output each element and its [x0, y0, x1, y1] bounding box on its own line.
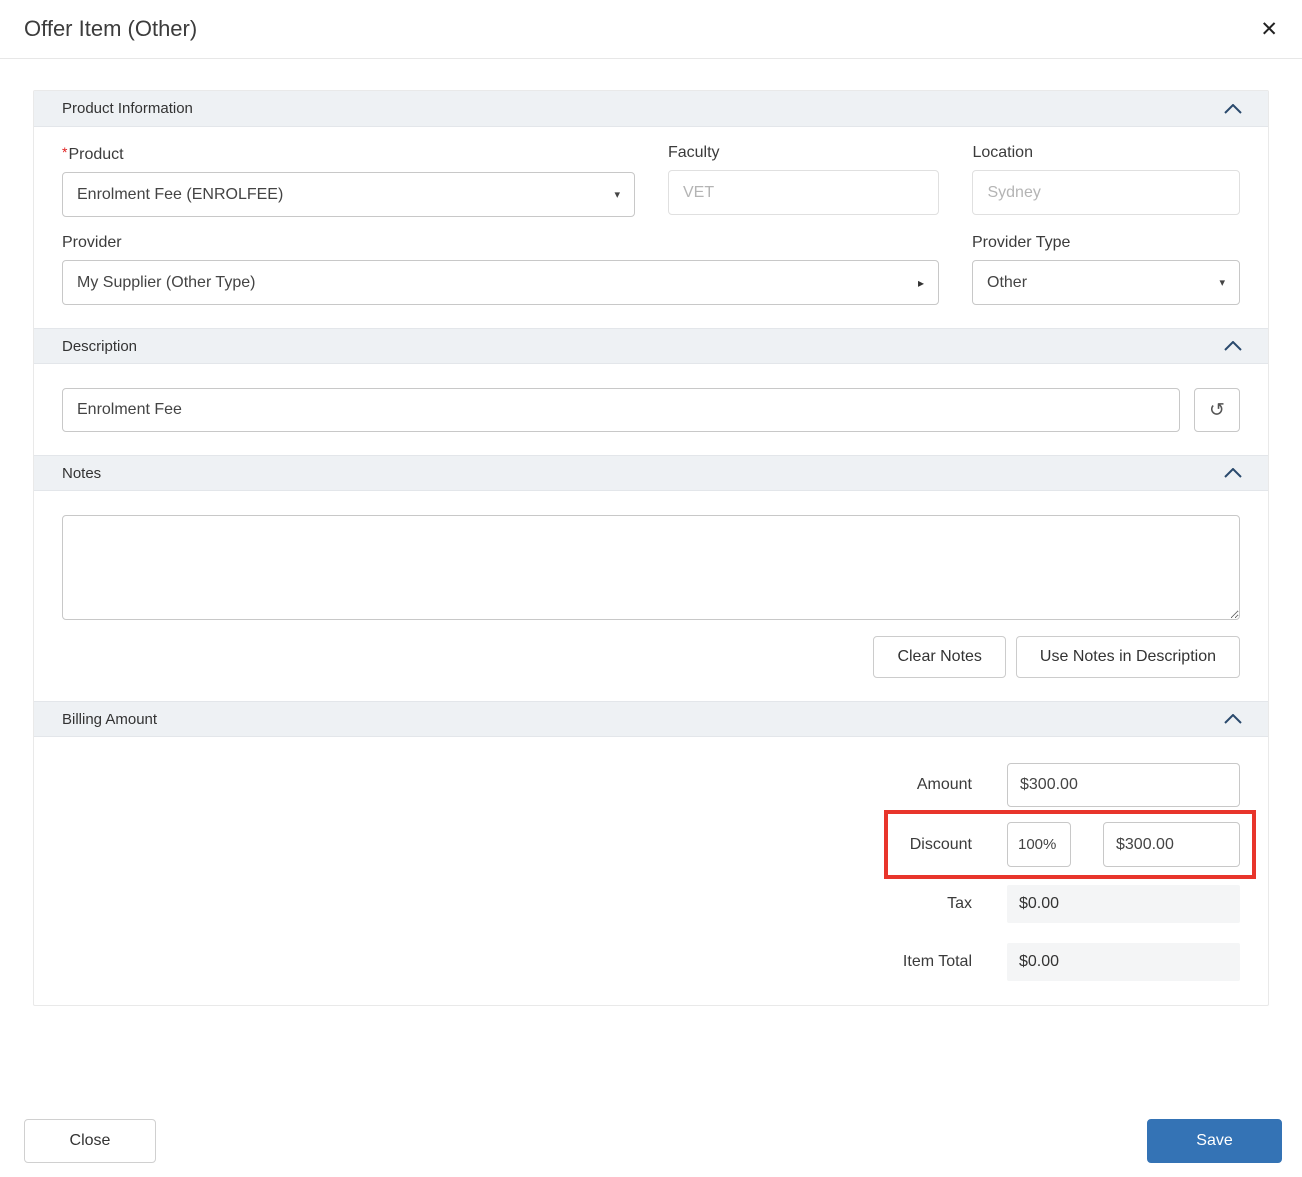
section-title-description: Description	[62, 338, 137, 355]
section-header-notes[interactable]: Notes	[34, 455, 1268, 491]
location-label: Location	[972, 144, 1240, 162]
amount-input[interactable]	[1007, 763, 1240, 807]
notes-body: Clear Notes Use Notes in Description	[34, 491, 1268, 701]
provider-value: My Supplier (Other Type)	[77, 274, 255, 292]
history-icon: ↺	[1209, 400, 1225, 421]
item-total-row: Item Total $0.00	[62, 943, 1240, 981]
item-total-label: Item Total	[903, 953, 972, 971]
discount-amount-input[interactable]	[1103, 822, 1240, 867]
amount-row: Amount	[62, 763, 1240, 807]
product-select-value: Enrolment Fee (ENROLFEE)	[77, 186, 283, 204]
section-header-product-information[interactable]: Product Information	[34, 91, 1268, 127]
tax-label: Tax	[947, 895, 972, 913]
provider-type-label: Provider Type	[972, 234, 1240, 252]
offer-item-form: Product Information *Product Enrolment F…	[33, 90, 1269, 1006]
tax-value: $0.00	[1007, 885, 1240, 923]
tax-row: Tax $0.00	[62, 885, 1240, 923]
caret-down-icon: ▾	[1219, 276, 1225, 289]
modal-header: Offer Item (Other) ✕	[0, 0, 1302, 59]
chevron-up-icon[interactable]	[1224, 341, 1242, 351]
description-body: ↺	[34, 364, 1268, 455]
faculty-input	[668, 170, 940, 215]
close-button[interactable]: Close	[24, 1119, 156, 1163]
provider-type-select[interactable]: Other ▾	[972, 260, 1240, 305]
required-asterisk: *	[62, 144, 67, 160]
chevron-up-icon[interactable]	[1224, 468, 1242, 478]
restore-description-button[interactable]: ↺	[1194, 388, 1240, 432]
modal-footer: Close Save	[24, 1119, 1282, 1163]
discount-row: Discount	[62, 822, 1240, 867]
section-title-notes: Notes	[62, 465, 101, 482]
caret-down-icon: ▾	[614, 188, 620, 201]
chevron-up-icon[interactable]	[1224, 714, 1242, 724]
clear-notes-button[interactable]: Clear Notes	[873, 636, 1005, 678]
discount-label: Discount	[910, 836, 972, 854]
item-total-value: $0.00	[1007, 943, 1240, 981]
discount-percent-input[interactable]	[1007, 822, 1071, 867]
save-button[interactable]: Save	[1147, 1119, 1282, 1163]
use-notes-in-description-button[interactable]: Use Notes in Description	[1016, 636, 1240, 678]
notes-textarea[interactable]	[62, 515, 1240, 620]
provider-type-value: Other	[987, 274, 1027, 292]
billing-body: Amount Discount Tax $0.00 Item Total $0.…	[34, 737, 1268, 1005]
provider-label: Provider	[62, 234, 939, 252]
faculty-label: Faculty	[668, 144, 940, 162]
product-label: *Product	[62, 144, 635, 164]
product-select[interactable]: Enrolment Fee (ENROLFEE) ▾	[62, 172, 635, 217]
modal-title: Offer Item (Other)	[24, 16, 197, 42]
notes-buttons: Clear Notes Use Notes in Description	[62, 636, 1240, 678]
section-title-product-information: Product Information	[62, 100, 193, 117]
section-header-billing-amount[interactable]: Billing Amount	[34, 701, 1268, 737]
description-input[interactable]	[62, 388, 1180, 432]
section-header-description[interactable]: Description	[34, 328, 1268, 364]
provider-lookup[interactable]: My Supplier (Other Type) ▸	[62, 260, 939, 305]
close-icon[interactable]: ✕	[1260, 19, 1278, 40]
section-title-billing-amount: Billing Amount	[62, 711, 157, 728]
amount-label: Amount	[917, 776, 972, 794]
location-input	[972, 170, 1240, 215]
caret-right-icon: ▸	[918, 276, 924, 290]
chevron-up-icon[interactable]	[1224, 104, 1242, 114]
product-information-body: *Product Enrolment Fee (ENROLFEE) ▾ Facu…	[34, 127, 1268, 328]
